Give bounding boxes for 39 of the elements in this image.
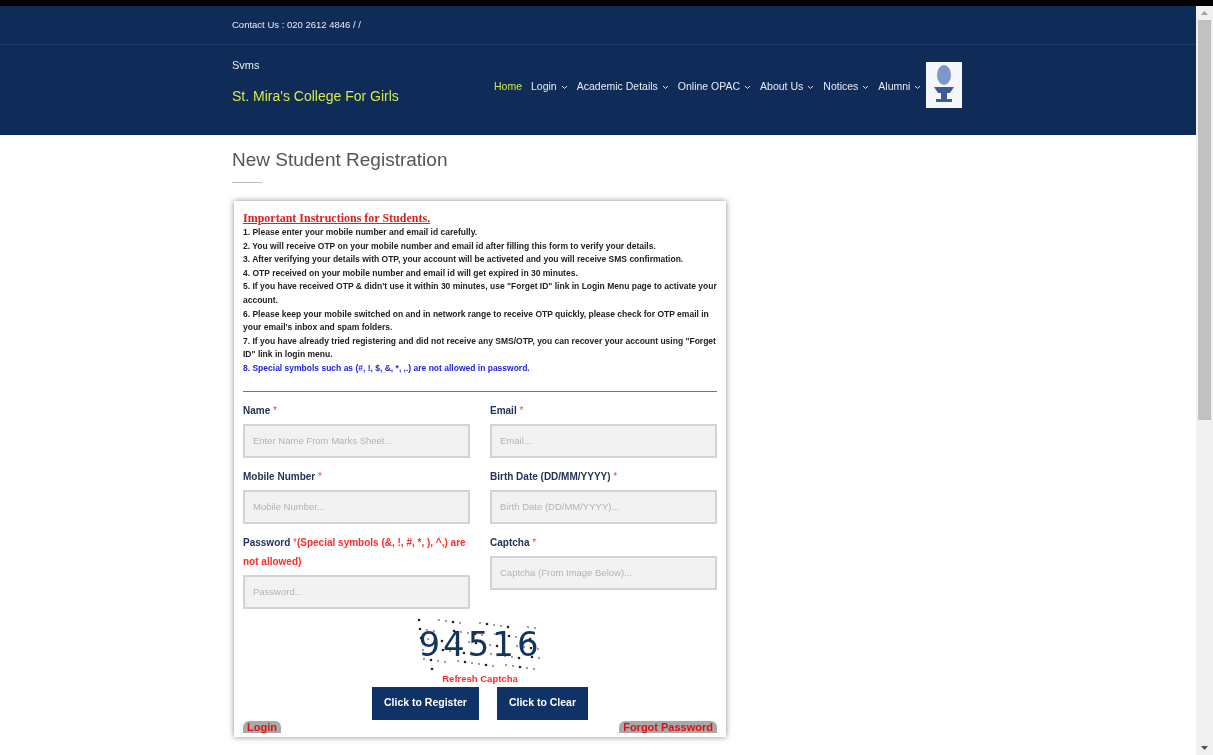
field-label: Captcha * bbox=[490, 535, 538, 550]
org-name: Svms bbox=[232, 58, 261, 73]
instruction-text: 3. After verifying your details with OTP, your account will be activeted and you will receive SMS confirmation. bbox=[243, 253, 685, 267]
page-title: New Student Registration bbox=[232, 148, 449, 172]
instruction-text: 6. Please keep your mobile switched on and in network range to receive OTP quickly, please check for OTP email in your email's inbox and spam folders. bbox=[243, 307, 710, 335]
field-label: Email * bbox=[490, 403, 525, 418]
nav-link[interactable]: Home bbox=[494, 79, 522, 95]
captcha-image: 94516 bbox=[415, 616, 545, 673]
instruction-text: 4. OTP received on your mobile number and email id will get expired in 30 minutes. bbox=[243, 266, 579, 280]
refresh-captcha-link[interactable]: Refresh Captcha bbox=[442, 672, 518, 685]
input-field[interactable]: Enter Name From Marks Sheet... bbox=[243, 423, 470, 458]
form-button[interactable]: Click to Register bbox=[372, 686, 479, 720]
nav-link[interactable]: Notices bbox=[823, 79, 870, 95]
input-field[interactable]: Email... bbox=[490, 423, 717, 458]
nav-link[interactable]: Login bbox=[531, 79, 568, 95]
instruction-text: 1. Please enter your mobile number and email id carefully. bbox=[243, 226, 479, 239]
nav-link[interactable]: About Us bbox=[760, 79, 815, 95]
instructions-heading: Important Instructions for Students. bbox=[243, 211, 432, 226]
nav-link[interactable]: Academic Details bbox=[576, 79, 669, 95]
instruction-text: 5. If you have received OTP & didn't use it within 30 minutes, use "Forget ID" link in Login Menu page to activate your account. bbox=[243, 280, 717, 307]
college-name[interactable]: St. Mira's College For Girls bbox=[232, 85, 494, 107]
field-label: Birth Date (DD/MM/YYYY) * bbox=[490, 469, 619, 484]
input-field[interactable]: Password... bbox=[243, 574, 470, 609]
field-label: Password *(Special symbols (&, !, #, *, ), ^,) are not allowed) bbox=[243, 535, 467, 569]
instruction-text: 2. You will receive OTP on your mobile number and email id after filling this form to verify your details. bbox=[243, 239, 657, 253]
nav-link[interactable]: Alumni bbox=[878, 79, 922, 95]
input-field[interactable]: Captcha (From Image Below)... bbox=[490, 555, 717, 590]
field-label: Name * bbox=[243, 403, 278, 418]
instruction-text: 7. If you have already tried registering and did not receive any SMS/OTP, you can recover your account using "Forget ID" link in login menu. bbox=[243, 334, 717, 362]
form-button[interactable]: Click to Clear bbox=[496, 686, 588, 720]
instruction-text: 8. Special symbols such as (#, !, $, &, *, ,.) are not allowed in password. bbox=[243, 361, 531, 375]
input-field[interactable]: Birth Date (DD/MM/YYYY)... bbox=[490, 489, 717, 524]
nav-link[interactable]: Online OPAC bbox=[677, 79, 752, 95]
input-field[interactable]: Mobile Number... bbox=[243, 489, 470, 524]
lamp-logo-icon[interactable] bbox=[926, 62, 963, 108]
scrollbar[interactable] bbox=[1196, 6, 1213, 755]
scrollbar-thumb[interactable] bbox=[1198, 20, 1211, 420]
contact-text: Contact Us : 020 2612 4846 / / bbox=[232, 17, 361, 32]
field-label: Mobile Number * bbox=[243, 469, 323, 484]
